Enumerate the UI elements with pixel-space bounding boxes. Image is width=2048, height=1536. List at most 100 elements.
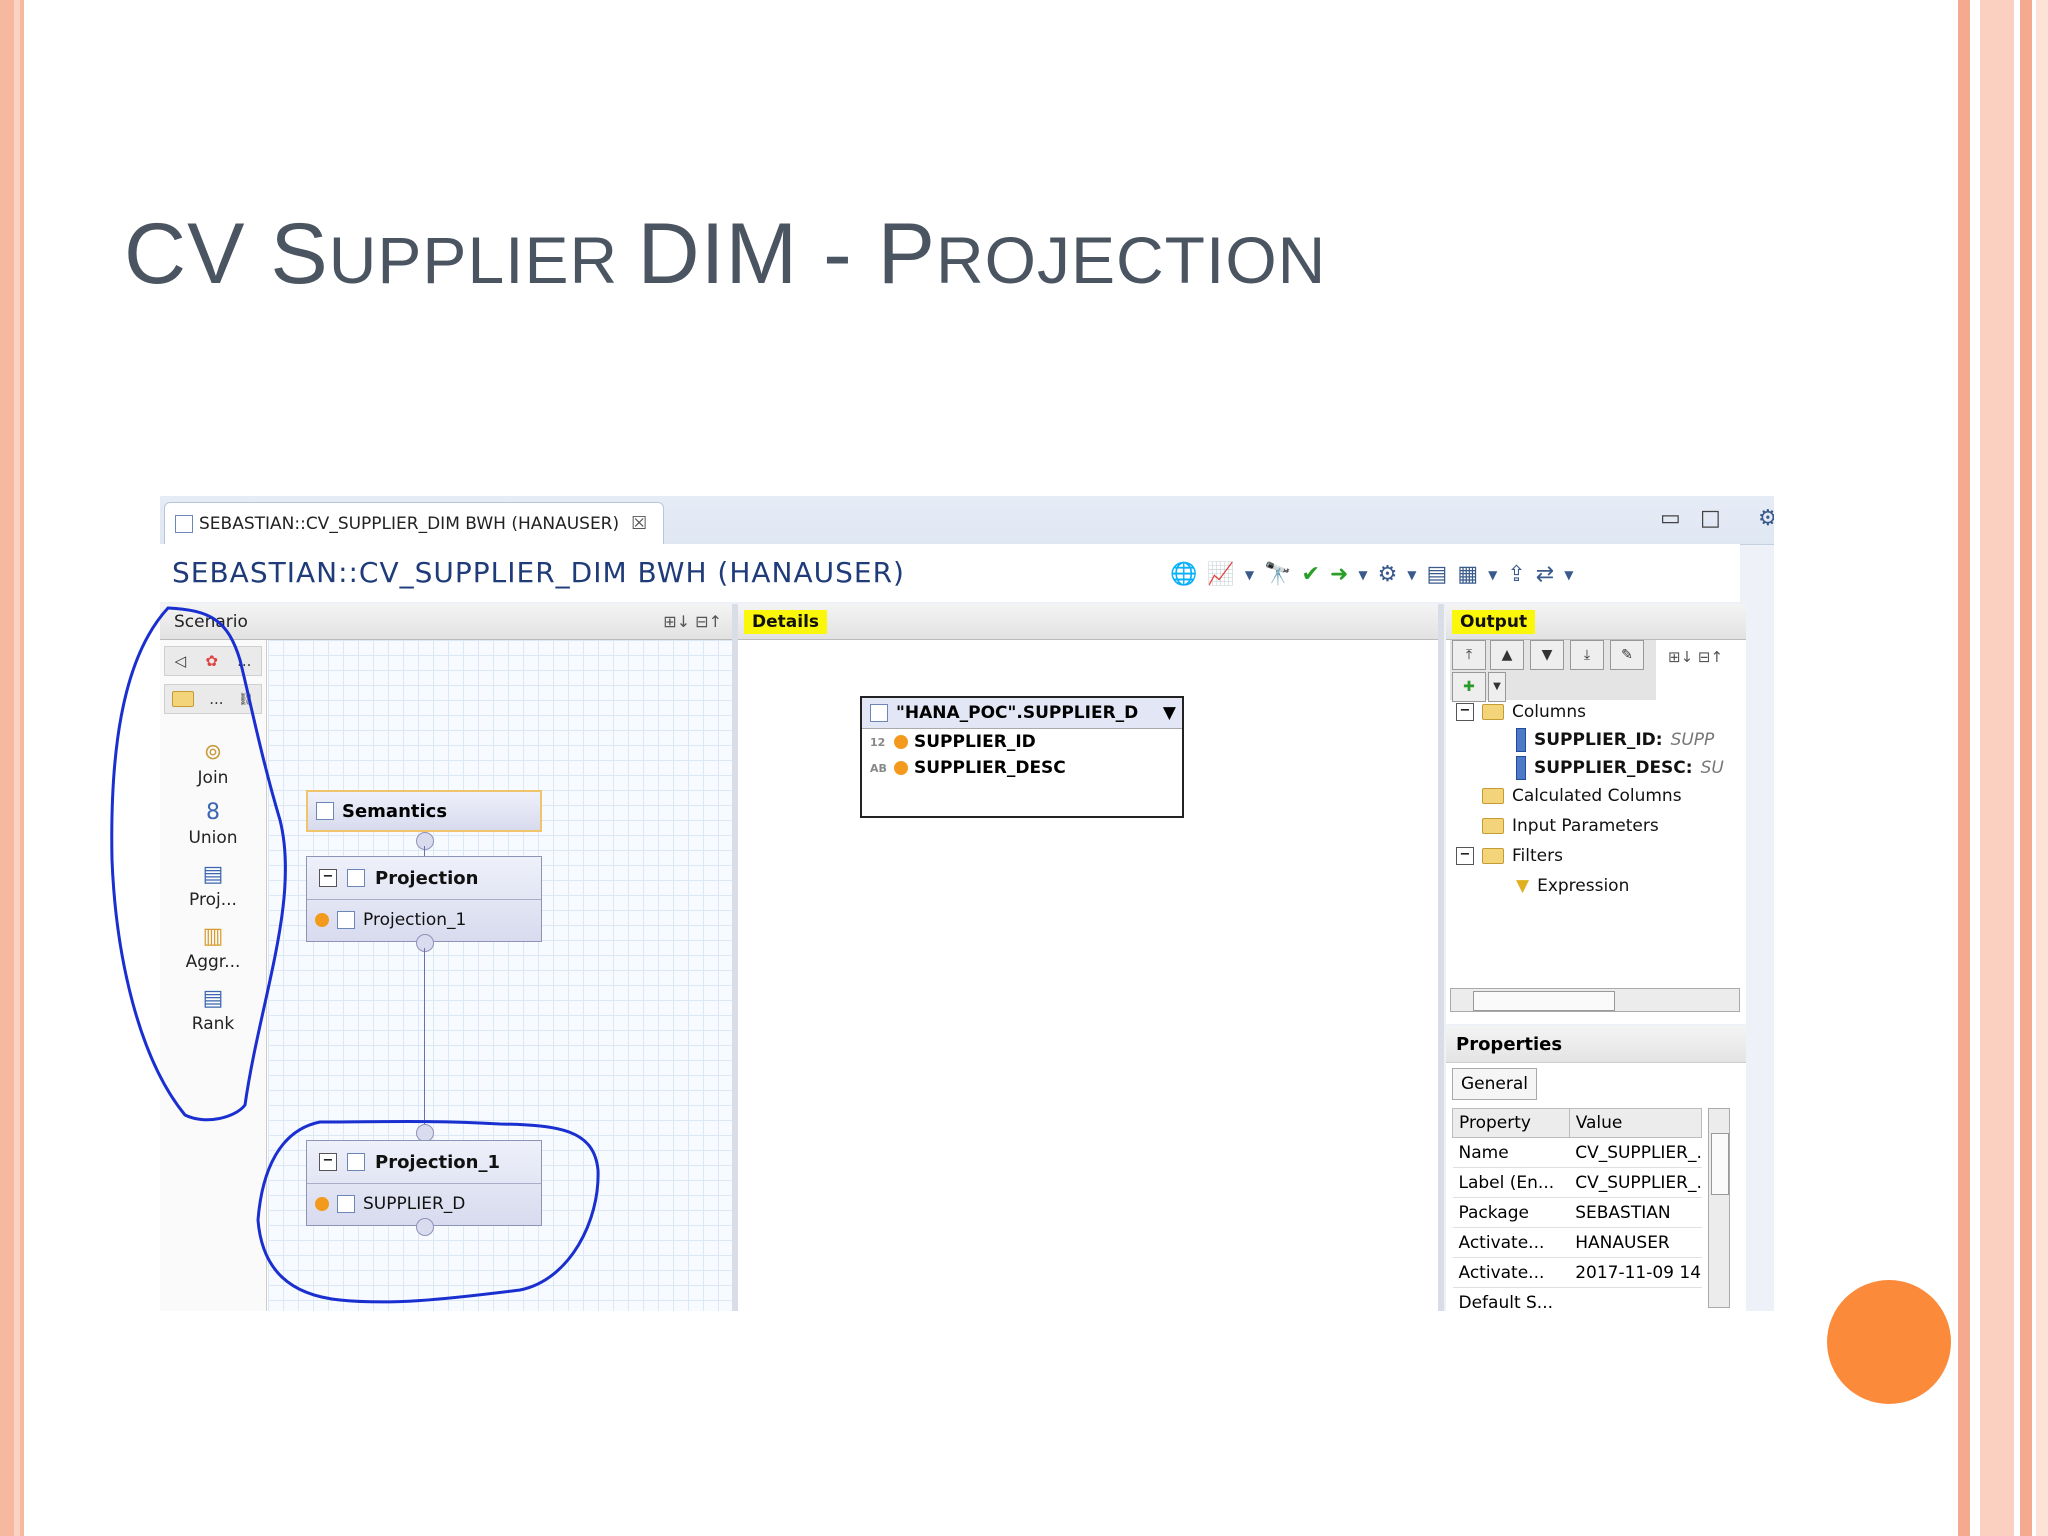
palette-rank[interactable]: ▤ Rank	[160, 986, 266, 1034]
move-top-icon[interactable]: ⤒	[1452, 640, 1486, 670]
table-column-row[interactable]: AB SUPPLIER_DESC	[862, 755, 1182, 781]
add-icon[interactable]: ✚	[1452, 672, 1486, 702]
editor-toolbar: 🌐 📈 ▼ 🔭 ✔ ➜ ▼ ⚙ ▼ ▤ ▦ ▼ ⇪ ⇄ ▼	[1170, 562, 1573, 587]
collapse-icon[interactable]: −	[1456, 703, 1474, 721]
tree-column-supplier-id[interactable]: SUPPLIER_ID: SUPP	[1516, 728, 1714, 752]
tab-general[interactable]: General	[1452, 1068, 1537, 1100]
document-icon[interactable]: ▤	[1427, 562, 1448, 587]
palette-join[interactable]: ⊚ Join	[160, 740, 266, 788]
palette-aggregation[interactable]: ▥ Aggr...	[160, 924, 266, 972]
move-bottom-icon[interactable]: ⤓	[1570, 640, 1604, 670]
edit-icon[interactable]: ✎	[1610, 640, 1644, 670]
tree-calculated-columns[interactable]: Calculated Columns	[1482, 786, 1682, 806]
property-name: Default S...	[1452, 1287, 1570, 1311]
tree-label: SUPPLIER_DESC:	[1534, 758, 1693, 778]
maximize-icon[interactable]: □	[1700, 506, 1721, 531]
projection-1-title: Projection_1	[375, 1151, 500, 1173]
projection-node[interactable]: − Projection Projection_1	[306, 856, 542, 942]
chart-icon[interactable]: 📈	[1207, 562, 1234, 587]
dropdown-arrow-icon[interactable]: ▼	[1488, 568, 1497, 582]
palette-union[interactable]: 8 Union	[160, 800, 266, 848]
table-row[interactable]: Activate... 2017-11-09 14.	[1452, 1257, 1702, 1288]
xml-icon[interactable]: ▦	[1457, 562, 1478, 587]
node-port[interactable]	[416, 934, 434, 952]
data-preview-icon[interactable]: ⚙	[1378, 562, 1398, 587]
horizontal-scrollbar[interactable]	[1450, 988, 1740, 1012]
projection-icon	[347, 869, 365, 887]
collapse-icon[interactable]: −	[319, 1153, 337, 1171]
expand-collapse-icons[interactable]: ⊞↓ ⊟↑	[663, 612, 722, 631]
table-row[interactable]: Activate... HANAUSER	[1452, 1227, 1702, 1258]
deploy-icon[interactable]: ⇄	[1536, 562, 1554, 587]
pane-splitter[interactable]	[1438, 604, 1444, 1311]
dropdown-arrow-icon[interactable]: ▼	[1358, 568, 1367, 582]
dropdown-arrow-icon[interactable]: ▼	[1488, 672, 1506, 702]
column-icon	[1516, 756, 1526, 780]
palette-folder-row[interactable]: ... ⛓	[164, 684, 262, 714]
collapse-icon[interactable]: −	[319, 869, 337, 887]
rank-icon: ▤	[202, 986, 224, 1011]
scenario-canvas[interactable]: Semantics − Projection Projection_1 − Proj…	[268, 640, 732, 1311]
move-down-icon[interactable]: ▼	[1530, 640, 1564, 670]
table-name: "HANA_POC".SUPPLIER_D	[896, 703, 1139, 723]
back-icon[interactable]: ◁	[175, 652, 187, 670]
tree-column-supplier-desc[interactable]: SUPPLIER_DESC: SU	[1516, 756, 1724, 780]
validate-icon[interactable]: ✔	[1301, 562, 1319, 587]
tree-input-parameters[interactable]: Input Parameters	[1482, 816, 1659, 836]
join-icon: ⊚	[203, 740, 223, 765]
table-row[interactable]: Package SEBASTIAN	[1452, 1197, 1702, 1228]
tree-expression[interactable]: ▼ Expression	[1516, 876, 1629, 896]
table-row[interactable]: Name CV_SUPPLIER_.	[1452, 1137, 1702, 1168]
col-property[interactable]: Property	[1452, 1108, 1570, 1138]
source-table-box[interactable]: "HANA_POC".SUPPLIER_D ▼ 12 SUPPLIER_ID AB S…	[860, 696, 1184, 818]
editor-tab[interactable]: SEBASTIAN::CV_SUPPLIER_DIM BWH (HANAUSER…	[164, 502, 664, 544]
dropdown-arrow-icon[interactable]: ▼	[1407, 568, 1416, 582]
table-row[interactable]: Label (En... CV_SUPPLIER_.	[1452, 1167, 1702, 1198]
projection-icon	[337, 911, 355, 929]
projection-input: Projection_1	[363, 910, 467, 930]
side-toolbar-icon[interactable]: ⚙	[1758, 506, 1774, 531]
palette-colors-icon[interactable]: ✿	[205, 652, 218, 670]
globe-icon[interactable]: 🌐	[1170, 562, 1197, 587]
link-icon[interactable]: ⛓	[238, 692, 253, 706]
details-header: Details	[738, 604, 1438, 640]
export-icon[interactable]: ⇪	[1507, 562, 1525, 587]
palette-label: Rank	[191, 1014, 235, 1034]
tree-desc: SUPP	[1670, 730, 1715, 750]
dropdown-arrow-icon[interactable]: ▼	[1163, 703, 1176, 723]
table-row[interactable]: Default S...	[1452, 1287, 1702, 1311]
close-icon[interactable]: ☒	[631, 513, 647, 534]
palette-label: Proj...	[189, 890, 237, 910]
activate-icon[interactable]: ➜	[1330, 562, 1348, 587]
collapse-icon[interactable]: −	[1456, 847, 1474, 865]
projection-1-node[interactable]: − Projection_1 SUPPLIER_D	[306, 1140, 542, 1226]
palette-toolbar[interactable]: ◁ ✿ ...	[164, 646, 262, 676]
vertical-scrollbar[interactable]	[1708, 1108, 1730, 1308]
tree-label: Columns	[1512, 702, 1586, 722]
node-port[interactable]	[416, 832, 434, 850]
minimize-icon[interactable]: ▭	[1660, 506, 1681, 531]
tree-filters[interactable]: − Filters	[1456, 846, 1563, 866]
expand-collapse-icons[interactable]: ⊞↓ ⊟↑	[1668, 648, 1723, 666]
dropdown-arrow-icon[interactable]: ▼	[1245, 568, 1254, 582]
move-up-icon[interactable]: ▲	[1490, 640, 1524, 670]
col-value[interactable]: Value	[1568, 1108, 1703, 1138]
node-palette: ◁ ✿ ... ... ⛓ ⊚ Join 8 Union ▤ Proj... ▥…	[160, 640, 267, 1311]
editor-tab-bar: SEBASTIAN::CV_SUPPLIER_DIM BWH (HANAUSER…	[160, 496, 1774, 545]
property-name: Package	[1452, 1197, 1570, 1228]
node-port[interactable]	[416, 1218, 434, 1236]
tree-columns[interactable]: − Columns	[1456, 702, 1586, 722]
tree-desc: SU	[1700, 758, 1724, 778]
palette-more[interactable]: ...	[237, 652, 251, 670]
union-icon: 8	[206, 800, 220, 825]
palette-folder-more[interactable]: ...	[209, 690, 223, 708]
binoculars-icon[interactable]: 🔭	[1264, 562, 1291, 587]
dropdown-arrow-icon[interactable]: ▼	[1564, 568, 1573, 582]
palette-projection[interactable]: ▤ Proj...	[160, 862, 266, 910]
table-column-row[interactable]: 12 SUPPLIER_ID	[862, 729, 1182, 755]
input-status-icon	[315, 913, 329, 927]
semantics-node[interactable]: Semantics	[306, 790, 542, 832]
slide-title: CV SUPPLIER DIM - PROJECTION	[124, 206, 1327, 302]
tree-label: SUPPLIER_ID:	[1534, 730, 1663, 750]
connector-line	[424, 948, 425, 1128]
